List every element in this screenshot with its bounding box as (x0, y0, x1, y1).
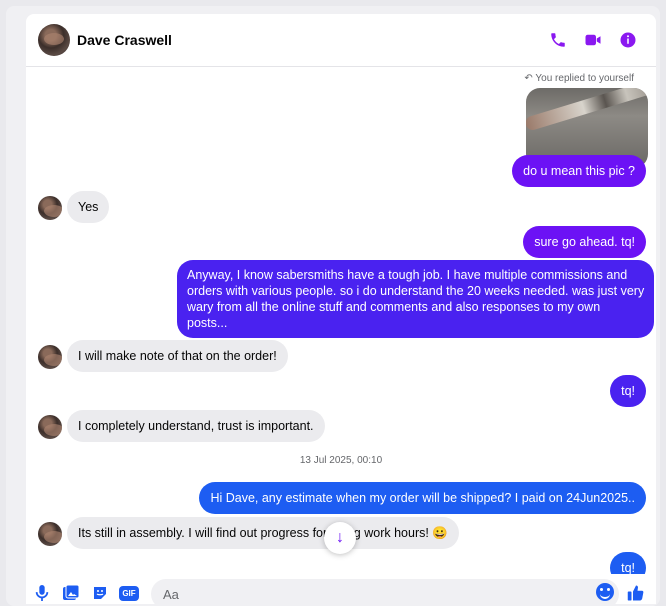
contact-avatar-small (38, 196, 62, 220)
thumbs-up-icon[interactable] (627, 584, 645, 602)
message-bubble-received[interactable]: Yes (67, 191, 110, 223)
message-bubble-sent[interactable]: sure go ahead. tq! (523, 226, 646, 258)
chat-window: Dave Craswell ↶ You replied to yourself … (26, 14, 656, 604)
message-bubble-sent-multiline[interactable]: Anyway, I know sabersmiths have a tough … (177, 260, 655, 338)
message-input[interactable]: Aa (151, 579, 619, 604)
message-text-start: Its still in assembly. I will find out p… (78, 526, 328, 540)
message-bubble-sent[interactable]: do u mean this pic ? (512, 155, 646, 187)
reply-note-text: You replied to yourself (535, 73, 634, 84)
reply-arrow-icon: ↶ (524, 73, 533, 84)
message-bubble-received[interactable]: Its still in assembly. I will find out p… (67, 517, 459, 549)
contact-avatar-small (38, 522, 62, 546)
arrow-down-icon: ↓ (336, 529, 344, 546)
reply-note: ↶ You replied to yourself (524, 73, 634, 84)
message-input-placeholder: Aa (163, 587, 179, 602)
message-bubble-received[interactable]: I completely understand, trust is import… (67, 410, 325, 442)
sticker-icon[interactable] (91, 584, 109, 602)
video-camera-icon[interactable] (582, 29, 604, 51)
message-bubble-sent[interactable]: tq! (610, 375, 646, 407)
contact-avatar-small (38, 345, 62, 369)
photo-icon[interactable] (62, 584, 80, 602)
message-line: Anyway, I know sabersmiths have a tough … (187, 268, 628, 282)
message-line: orders with various people. so i do unde… (187, 284, 645, 298)
lightsaber-hilt-photo (526, 88, 648, 132)
message-line: wary from all the online stuff and comme… (187, 300, 601, 314)
contact-avatar-small (38, 415, 62, 439)
contact-avatar[interactable] (38, 24, 70, 56)
message-bubble-sent[interactable]: Hi Dave, any estimate when my order will… (199, 482, 646, 514)
conversation-timestamp: 13 Jul 2025, 00:10 (299, 455, 383, 466)
scroll-to-bottom-button[interactable]: ↓ (324, 522, 356, 554)
microphone-icon[interactable] (33, 584, 51, 602)
message-bubble-received[interactable]: I will make note of that on the order! (67, 340, 288, 372)
phone-icon[interactable] (547, 29, 569, 51)
chat-header: Dave Craswell (26, 14, 656, 67)
message-line: posts... (187, 316, 228, 330)
app-frame: Dave Craswell ↶ You replied to yourself … (6, 6, 660, 606)
gif-icon[interactable]: GIF (119, 584, 139, 602)
contact-name[interactable]: Dave Craswell (77, 32, 172, 48)
message-composer: GIF Aa (26, 574, 656, 604)
info-icon[interactable] (617, 29, 639, 51)
emoji-icon[interactable] (596, 583, 614, 601)
gif-label: GIF (119, 585, 139, 601)
